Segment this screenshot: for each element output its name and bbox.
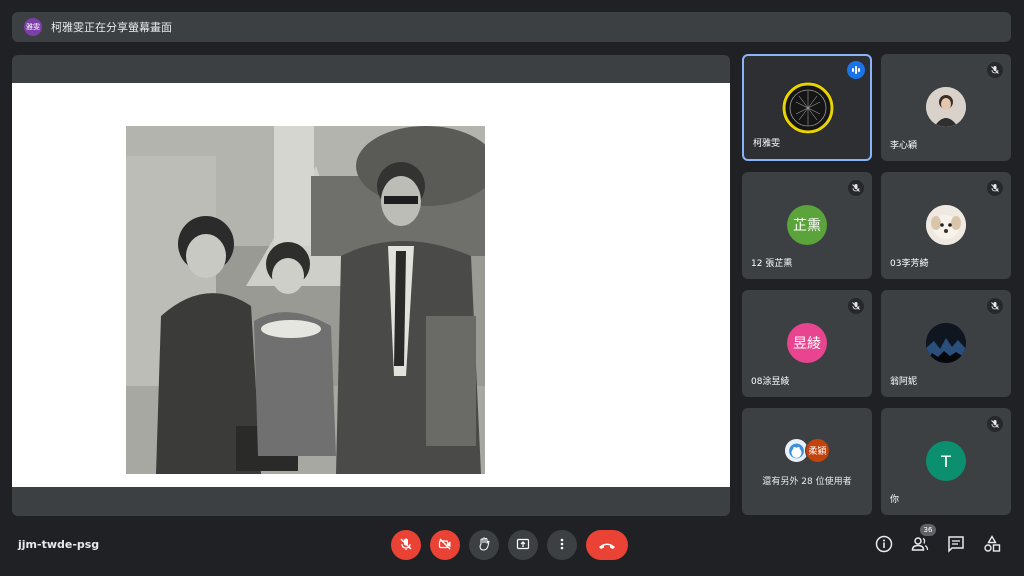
participant-tile[interactable]: 昱綾 08涂昱綾 bbox=[742, 290, 872, 397]
speaking-indicator-icon bbox=[847, 61, 865, 79]
participant-name: 柯雅雯 bbox=[753, 139, 781, 149]
presenter-avatar: 雅雯 bbox=[24, 18, 42, 36]
vintage-family-photo bbox=[126, 126, 485, 474]
chat-button[interactable] bbox=[946, 536, 966, 556]
camera-off-icon bbox=[438, 536, 452, 555]
meeting-code: jjm-twde-psg bbox=[18, 538, 100, 551]
info-icon bbox=[875, 535, 893, 557]
self-tile[interactable]: T 你 bbox=[881, 408, 1011, 515]
participant-name: 12 張芷熏 bbox=[751, 259, 793, 269]
camera-toggle-button[interactable] bbox=[430, 530, 460, 560]
participant-count-badge: 36 bbox=[920, 524, 936, 536]
participant-name: 翁阿妮 bbox=[890, 377, 918, 387]
mic-toggle-button[interactable] bbox=[391, 530, 421, 560]
participant-tile[interactable]: 芷熏 12 張芷熏 bbox=[742, 172, 872, 279]
mic-off-icon bbox=[987, 180, 1003, 196]
sharing-banner: 雅雯 柯雅雯正在分享螢幕畫面 bbox=[12, 12, 1011, 42]
participant-tile[interactable]: 翁阿妮 bbox=[881, 290, 1011, 397]
participant-name: 你 bbox=[890, 495, 900, 505]
more-icon bbox=[555, 536, 569, 555]
participant-tile[interactable]: 李心穎 bbox=[881, 54, 1011, 161]
avatar: 芷熏 bbox=[787, 205, 827, 245]
raise-hand-icon bbox=[477, 536, 491, 555]
avatar bbox=[926, 323, 966, 363]
meeting-details-button[interactable] bbox=[874, 535, 894, 557]
leave-call-button[interactable] bbox=[586, 530, 628, 560]
presentation-stage[interactable] bbox=[12, 55, 730, 516]
avatar: 柔穎 bbox=[805, 438, 830, 463]
mic-off-icon bbox=[987, 62, 1003, 78]
sharing-status-text: 柯雅雯正在分享螢幕畫面 bbox=[51, 21, 172, 34]
people-icon bbox=[911, 535, 929, 557]
activities-button[interactable] bbox=[982, 535, 1002, 557]
present-icon bbox=[516, 536, 530, 555]
avatar bbox=[926, 205, 966, 245]
mic-off-icon bbox=[987, 416, 1003, 432]
chat-icon bbox=[947, 535, 965, 557]
avatar bbox=[782, 82, 834, 134]
participant-tile-speaker[interactable]: 柯雅雯 bbox=[742, 54, 872, 161]
activities-icon bbox=[983, 535, 1001, 557]
others-count-text: 還有另外 28 位使用者 bbox=[762, 477, 852, 487]
participant-name: 03李芳綺 bbox=[890, 259, 929, 269]
present-screen-button[interactable] bbox=[508, 530, 538, 560]
mic-off-icon bbox=[987, 298, 1003, 314]
mic-off-icon bbox=[399, 536, 413, 555]
avatar: T bbox=[926, 441, 966, 481]
raise-hand-button[interactable] bbox=[469, 530, 499, 560]
mic-off-icon bbox=[848, 180, 864, 196]
shared-screen bbox=[12, 83, 730, 487]
more-options-button[interactable] bbox=[547, 530, 577, 560]
mic-off-icon bbox=[848, 298, 864, 314]
avatar bbox=[926, 87, 966, 127]
hang-up-icon bbox=[598, 536, 616, 555]
others-tile[interactable]: 柔穎 還有另外 28 位使用者 bbox=[742, 408, 872, 515]
participant-tile[interactable]: 03李芳綺 bbox=[881, 172, 1011, 279]
participant-name: 08涂昱綾 bbox=[751, 377, 790, 387]
participant-name: 李心穎 bbox=[890, 141, 918, 151]
people-button[interactable] bbox=[910, 536, 930, 556]
avatar: 昱綾 bbox=[787, 323, 827, 363]
